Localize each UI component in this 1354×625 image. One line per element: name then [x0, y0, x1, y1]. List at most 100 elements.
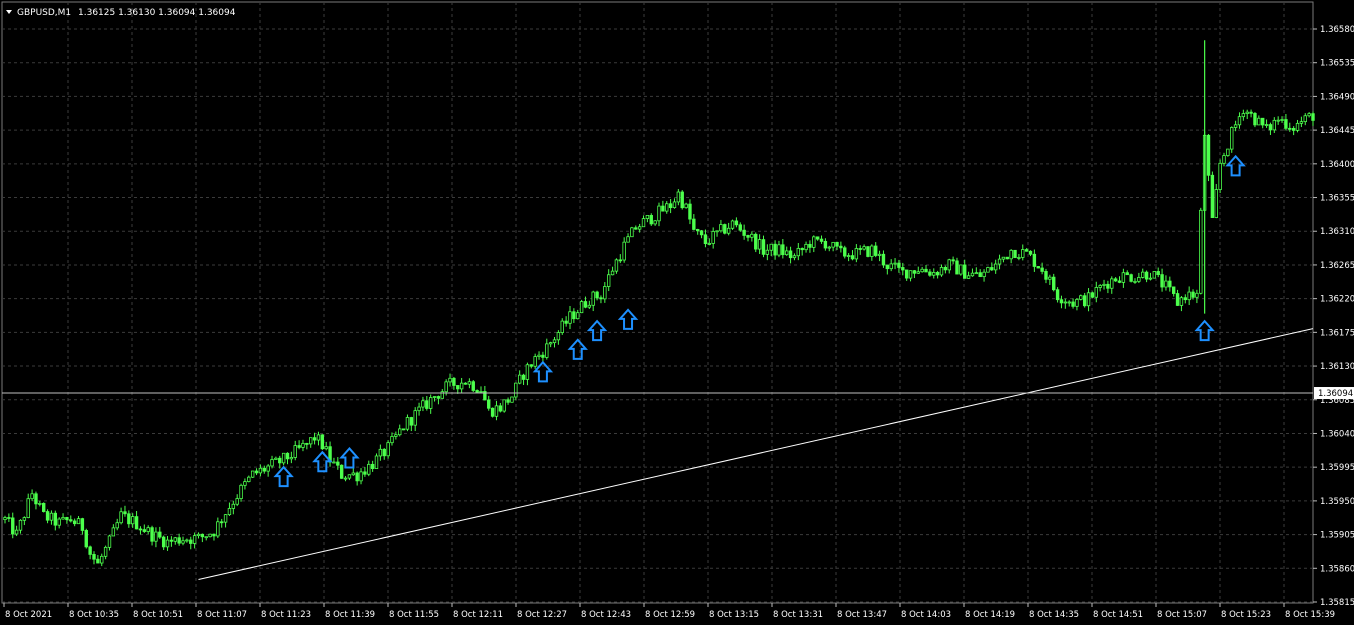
- x-tick-label: 8 Oct 11:55: [389, 610, 439, 620]
- candle-body: [785, 250, 789, 256]
- candle-body: [7, 517, 11, 519]
- candle-body: [80, 518, 85, 531]
- candle-body: [30, 493, 34, 500]
- price-chart[interactable]: 1.36094 1.365801.365351.364901.364451.36…: [0, 0, 1354, 621]
- candle-body: [425, 400, 429, 409]
- candle-body: [1044, 271, 1048, 280]
- candle-body: [382, 448, 386, 457]
- candle-body: [165, 539, 170, 548]
- candle-body: [935, 272, 940, 276]
- candle-body: [1137, 276, 1141, 282]
- candle-body: [1071, 301, 1075, 307]
- candle-body: [901, 267, 905, 271]
- candle-body: [351, 472, 355, 476]
- candle-body: [1129, 274, 1133, 282]
- candle-body: [134, 516, 139, 530]
- candle-body: [630, 227, 634, 238]
- candle-body: [699, 230, 704, 236]
- candle-body: [401, 428, 406, 431]
- candle-body: [668, 203, 673, 209]
- y-tick-label: 1.36220: [1320, 295, 1354, 305]
- candle-body: [1067, 301, 1071, 304]
- candle-body: [572, 311, 576, 320]
- candle-body: [750, 233, 754, 238]
- x-tick-label: 8 Oct 15:07: [1157, 610, 1207, 620]
- candle-body: [839, 245, 843, 249]
- candle-body: [1160, 274, 1164, 288]
- x-tick-label: 8 Oct 13:31: [773, 610, 823, 620]
- candle-body: [808, 243, 812, 248]
- candle-body: [1086, 292, 1091, 307]
- candle-body: [456, 385, 460, 390]
- candle-body: [1257, 117, 1261, 126]
- y-tick-label: 1.36265: [1320, 261, 1354, 271]
- candle-body: [657, 205, 661, 222]
- candle-body: [1183, 297, 1187, 301]
- candle-body: [618, 259, 623, 262]
- candle-body: [107, 535, 112, 548]
- x-tick-label: 8 Oct 11:39: [325, 610, 375, 620]
- candle-body: [993, 263, 998, 271]
- candle-body: [812, 236, 816, 248]
- candle-body: [3, 517, 7, 521]
- candle-body: [715, 230, 719, 233]
- candle-body: [138, 528, 143, 531]
- candle-body: [943, 267, 948, 271]
- candle-body: [347, 474, 352, 479]
- candle-body: [115, 522, 119, 529]
- candle-body: [881, 253, 886, 266]
- candle-body: [866, 246, 870, 257]
- candle-body: [1311, 113, 1315, 121]
- candle-body: [196, 533, 201, 537]
- candle-body: [1214, 189, 1218, 218]
- chart-window[interactable]: 1.36094 1.36580 1.36535 1.36490 1.36445 1.36…: [0, 0, 1354, 621]
- candle-body: [1036, 266, 1040, 269]
- candle-body: [1233, 124, 1238, 128]
- candle-body: [336, 461, 340, 466]
- candle-body: [564, 320, 568, 324]
- candle-body: [305, 442, 309, 445]
- candle-body: [529, 364, 533, 367]
- candle-body: [858, 248, 862, 250]
- symbol-label: GBPUSD,M1: [17, 8, 71, 18]
- candle-body: [610, 270, 615, 276]
- candle-body: [266, 465, 270, 472]
- candle-body: [38, 502, 42, 505]
- candle-body: [212, 533, 216, 537]
- x-tick-label: 8 Oct 15:23: [1221, 610, 1271, 620]
- candle-body: [742, 229, 746, 236]
- candle-body: [622, 241, 626, 261]
- candle-body: [1303, 115, 1307, 123]
- candle-body: [920, 268, 924, 273]
- candle-body: [1063, 301, 1068, 304]
- candle-body: [1245, 111, 1249, 114]
- candle-body: [1179, 297, 1184, 306]
- candle-body: [262, 467, 266, 472]
- candle-body: [947, 259, 951, 271]
- y-tick-label: 1.35815: [1320, 598, 1354, 608]
- x-tick-label: 8 Oct 10:51: [133, 610, 183, 620]
- candle-body: [1222, 155, 1226, 164]
- candle-body: [192, 535, 197, 544]
- candle-body: [111, 527, 116, 537]
- candle-body: [185, 539, 189, 542]
- candle-body: [45, 511, 50, 521]
- candle-body: [761, 239, 766, 255]
- candle-body: [1168, 280, 1172, 288]
- candle-body: [521, 374, 526, 380]
- candle-body: [757, 239, 762, 250]
- candle-body: [96, 558, 100, 564]
- candle-body: [1144, 271, 1149, 280]
- candle-body: [579, 301, 584, 314]
- candle-body: [874, 245, 878, 256]
- candle-body: [208, 533, 212, 538]
- candle-body: [463, 382, 468, 385]
- candle-body: [1098, 285, 1102, 288]
- candle-body: [556, 332, 561, 341]
- candle-body: [726, 227, 731, 234]
- candle-body: [88, 546, 92, 555]
- candle-body: [777, 244, 781, 256]
- candle-body: [614, 259, 619, 272]
- y-tick-label: 1.36085: [1320, 396, 1354, 406]
- candle-body: [541, 354, 545, 358]
